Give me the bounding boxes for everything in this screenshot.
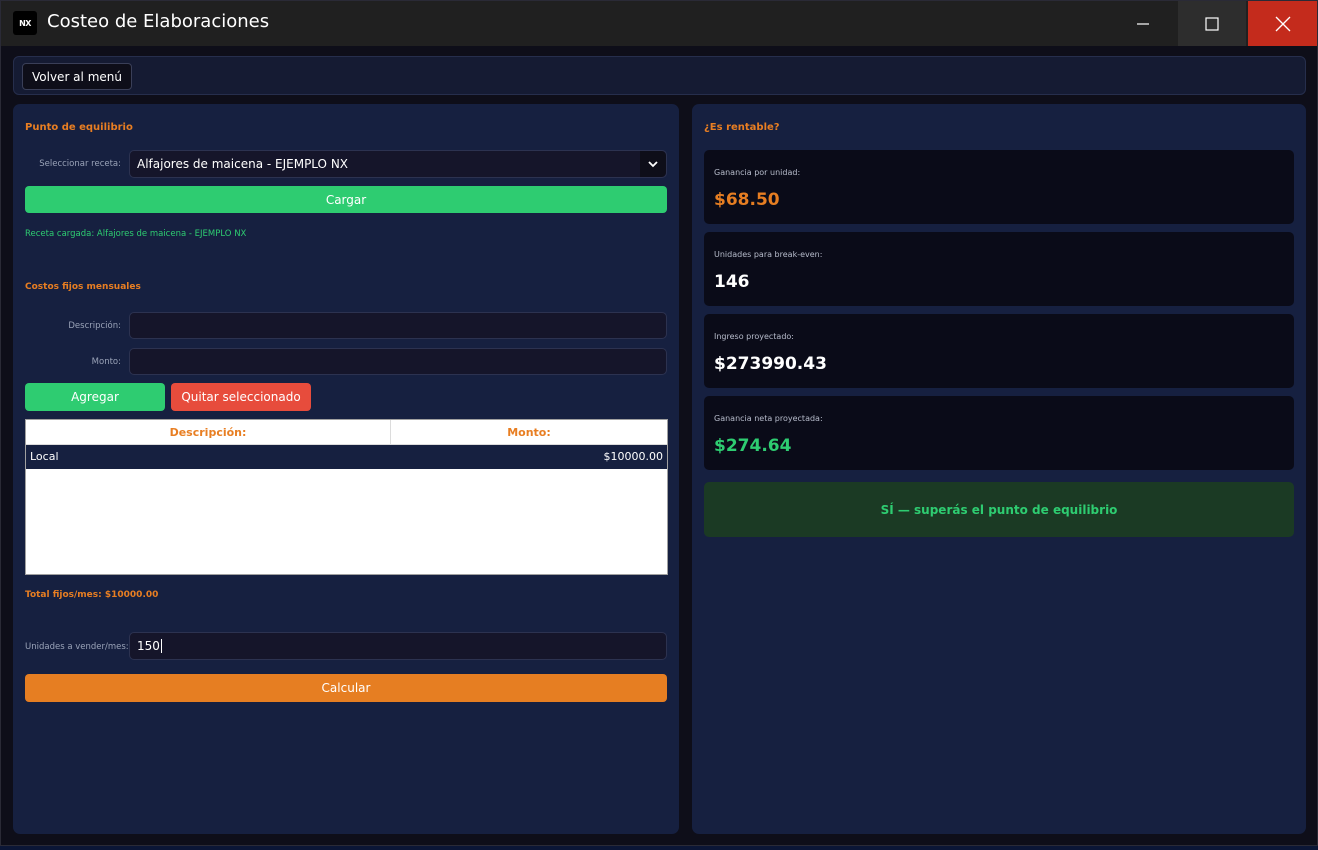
- chevron-down-icon: [648, 161, 658, 168]
- profit-per-unit-card: Ganancia por unidad: $68.50: [704, 150, 1294, 224]
- recipe-label: Seleccionar receta:: [39, 159, 121, 169]
- recipe-select[interactable]: Alfajores de maicena - EJEMPLO NX: [129, 150, 667, 178]
- projected-revenue-card: Ingreso proyectado: $273990.43: [704, 314, 1294, 388]
- table-header: Descripción: Monto:: [26, 420, 667, 445]
- maximize-button[interactable]: [1178, 1, 1246, 46]
- break-even-title: Punto de equilibrio: [25, 122, 133, 133]
- projected-net-profit-value: $274.64: [714, 436, 792, 456]
- app-logo-text: NX: [19, 18, 31, 28]
- window-title: Costeo de Elaboraciones: [47, 11, 270, 32]
- units-label: Unidades a vender/mes:: [25, 642, 129, 652]
- recipe-selected-value: Alfajores de maicena - EJEMPLO NX: [137, 157, 349, 171]
- amount-input[interactable]: [129, 348, 667, 375]
- column-header-amount[interactable]: Monto:: [391, 420, 667, 444]
- calculate-button[interactable]: Calcular: [25, 674, 667, 702]
- maximize-icon: [1205, 16, 1219, 31]
- load-recipe-button[interactable]: Cargar: [25, 186, 667, 213]
- row-description: Local: [30, 450, 59, 463]
- break-even-units-card: Unidades para break-even: 146: [704, 232, 1294, 306]
- back-to-menu-button[interactable]: Volver al menú: [22, 63, 132, 90]
- break-even-panel: Punto de equilibrio Seleccionar receta: …: [13, 104, 679, 834]
- units-value: 150: [137, 639, 160, 653]
- total-fixed-costs: Total fijos/mes: $10000.00: [25, 590, 159, 600]
- description-input[interactable]: [129, 312, 667, 339]
- minimize-icon: [1137, 22, 1149, 25]
- title-bar: NX Costeo de Elaboraciones: [1, 1, 1317, 46]
- projected-net-profit-card: Ganancia neta proyectada: $274.64: [704, 396, 1294, 470]
- fixed-costs-table: Descripción: Monto: Local $10000.00: [25, 419, 668, 575]
- row-amount: $10000.00: [603, 450, 664, 463]
- amount-label: Monto:: [91, 357, 121, 367]
- remove-selected-button[interactable]: Quitar seleccionado: [171, 383, 311, 411]
- recipe-loaded-status: Receta cargada: Alfajores de maicena - E…: [25, 229, 247, 239]
- recipe-dropdown-toggle[interactable]: [640, 151, 666, 177]
- units-input[interactable]: 150: [129, 632, 667, 660]
- description-label: Descripción:: [68, 321, 121, 331]
- profitability-title: ¿Es rentable?: [704, 122, 780, 133]
- column-header-description[interactable]: Descripción:: [26, 420, 391, 444]
- close-button[interactable]: [1248, 1, 1317, 46]
- close-icon: [1275, 16, 1290, 31]
- projected-revenue-value: $273990.43: [714, 354, 827, 374]
- app-logo-icon: NX: [13, 11, 37, 35]
- fixed-costs-title: Costos fijos mensuales: [25, 282, 141, 292]
- verdict-text: SÍ — superás el punto de equilibrio: [880, 502, 1118, 517]
- table-row[interactable]: Local $10000.00: [26, 445, 667, 469]
- profit-per-unit-value: $68.50: [714, 190, 780, 210]
- top-toolbar: Volver al menú: [13, 56, 1306, 95]
- profit-per-unit-label: Ganancia por unidad:: [714, 168, 801, 177]
- verdict-banner: SÍ — superás el punto de equilibrio: [704, 482, 1294, 537]
- break-even-units-value: 146: [714, 272, 750, 292]
- minimize-button[interactable]: [1109, 1, 1177, 46]
- profitability-panel: ¿Es rentable? Ganancia por unidad: $68.5…: [692, 104, 1306, 834]
- break-even-units-label: Unidades para break-even:: [714, 250, 823, 259]
- app-window: NX Costeo de Elaboraciones Volver al men…: [0, 0, 1318, 846]
- add-cost-button[interactable]: Agregar: [25, 383, 165, 411]
- desktop-background: [0, 846, 1318, 850]
- projected-revenue-label: Ingreso proyectado:: [714, 332, 794, 341]
- text-caret: [160, 639, 162, 653]
- projected-net-profit-label: Ganancia neta proyectada:: [714, 414, 823, 423]
